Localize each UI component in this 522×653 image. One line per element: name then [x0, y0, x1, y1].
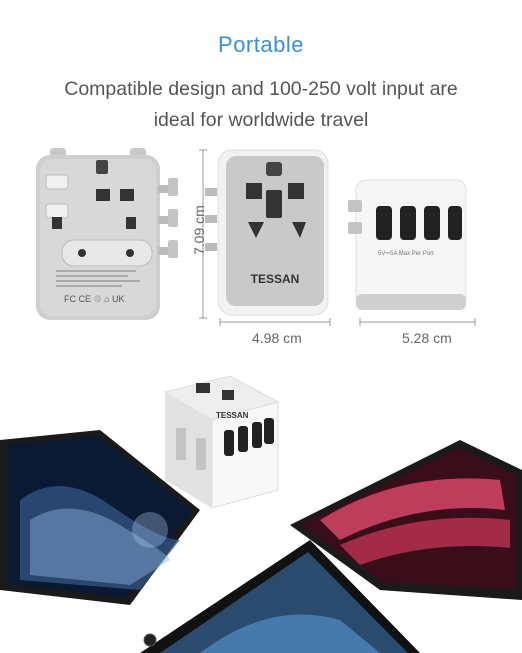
adapter-front-view: TESSAN [205, 149, 329, 316]
adapter-back-view: FC CE ♲ ⌂ UK [36, 148, 178, 320]
brand-logo-front: TESSAN [251, 272, 300, 286]
adapter-3d-view: TESSAN [163, 375, 280, 509]
dimension-line-front-width [219, 318, 331, 326]
dimension-line-side-width [359, 318, 476, 326]
side-width-dimension-label: 5.28 cm [402, 330, 452, 346]
product-illustration: FC CE ♲ ⌂ UK TESSAN 5V⎓5A Max Per Port T… [0, 148, 522, 653]
front-width-dimension-label: 4.98 cm [252, 330, 302, 346]
brand-logo-3d: TESSAN [216, 411, 249, 420]
usb-spec-label: 5V⎓5A Max Per Port [378, 251, 434, 257]
adapter-side-view: 5V⎓5A Max Per Port [348, 179, 467, 310]
certification-marks: FC CE ♲ ⌂ UK [64, 294, 125, 304]
